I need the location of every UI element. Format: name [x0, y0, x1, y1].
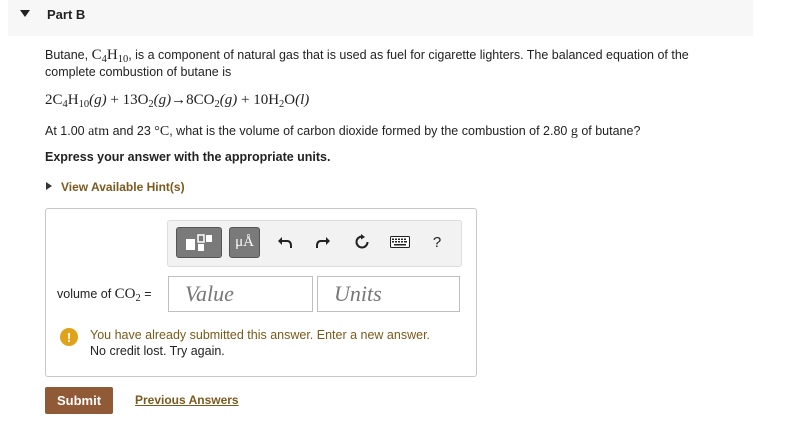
answer-instruction: Express your answer with the appropriate…: [45, 150, 331, 164]
value-input[interactable]: Value: [168, 276, 313, 312]
reset-icon[interactable]: [353, 233, 371, 251]
help-icon[interactable]: ?: [429, 233, 445, 251]
hint-caret-icon[interactable]: [46, 182, 52, 190]
butane-formula: C4H10: [91, 47, 129, 65]
redo-icon[interactable]: [314, 233, 332, 251]
submit-button[interactable]: Submit: [45, 387, 113, 414]
part-title: Part B: [47, 7, 86, 22]
undo-icon[interactable]: [276, 233, 294, 251]
units-icon[interactable]: μÅ: [229, 227, 260, 258]
part-header[interactable]: [8, 0, 753, 36]
question-text: At 1.00 atm and 23 °C, what is the volum…: [45, 124, 641, 139]
view-hints-link[interactable]: View Available Hint(s): [61, 180, 185, 194]
units-input[interactable]: Units: [317, 276, 460, 312]
keyboard-icon[interactable]: [389, 235, 411, 249]
problem-text: Butane, C4H10, is a component of natural…: [45, 47, 689, 79]
previous-answers-link[interactable]: Previous Answers: [135, 393, 239, 407]
templates-icon[interactable]: [176, 227, 222, 258]
feedback-message: You have already submitted this answer. …: [90, 328, 431, 358]
collapse-caret-icon[interactable]: [20, 10, 30, 17]
warning-icon: !: [60, 328, 78, 346]
combustion-equation: 2C4H10(g) + 13O2(g)→8CO2(g) + 10H2O(l): [45, 92, 310, 110]
field-label: volume of CO2 =: [57, 286, 152, 304]
